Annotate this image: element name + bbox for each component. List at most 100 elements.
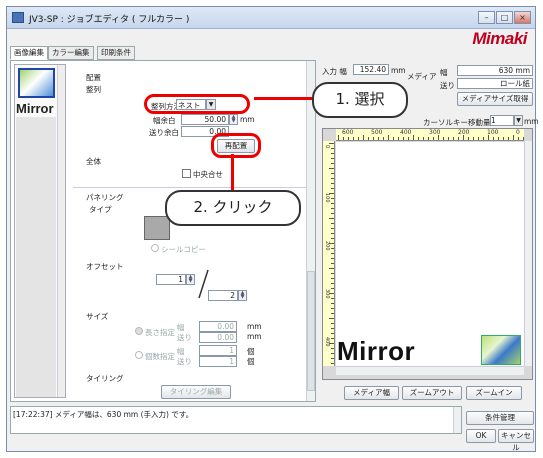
tab-image-edit[interactable]: 画像編集: [10, 46, 48, 60]
whole-heading: 全体: [86, 157, 101, 166]
ruler-tick-mark: [388, 135, 389, 140]
len-feed-unit: mm: [247, 332, 262, 341]
media-feed-field: ロール紙: [457, 78, 533, 89]
vruler-tick-mark: [331, 358, 334, 359]
window-title: JV3-SP : ジョブエディタ ( フルカラー ): [29, 15, 190, 25]
thumbnail-blank: [16, 117, 56, 397]
callout-select: 1. 選択: [312, 82, 408, 118]
ruler-tick-mark: [513, 135, 514, 140]
width-margin-spinner[interactable]: ▲ ▼: [229, 114, 238, 125]
ruler-tick-mark: [383, 137, 384, 140]
ruler-tick-mark: [378, 137, 379, 140]
vruler-tick-mark: [331, 233, 334, 234]
len-feed-field[interactable]: 0.00: [199, 332, 237, 343]
input-width-label: 入力 幅: [322, 67, 347, 76]
cnt-width-field[interactable]: 1: [199, 345, 237, 356]
vruler-tick-mark: [329, 343, 334, 344]
vruler-tick-mark: [331, 228, 334, 229]
tab-print-conditions[interactable]: 印刷条件: [97, 46, 135, 60]
align-label: 整列: [86, 85, 101, 94]
ruler-tick-mark: [478, 137, 479, 140]
vruler-tick-mark: [331, 178, 334, 179]
vruler-tick-mark: [331, 263, 334, 264]
offset-x-spinner[interactable]: ▲ ▼: [186, 274, 195, 285]
width-margin-field[interactable]: 50.00: [181, 114, 229, 125]
length-spec-radio[interactable]: [135, 327, 143, 335]
app-icon: [12, 12, 24, 23]
ruler-tick-mark: [458, 137, 459, 140]
vruler-tick-mark: [329, 168, 334, 169]
cancel-button[interactable]: キャンセル: [498, 429, 534, 452]
ruler-tick-mark: [343, 137, 344, 140]
vruler-tick-mark: [331, 298, 334, 299]
ruler-tick-mark: [373, 137, 374, 140]
center-checkbox[interactable]: [182, 169, 191, 178]
seal-copy-radio[interactable]: [151, 244, 159, 252]
vruler-tick-label: 0: [324, 145, 330, 149]
thumbnail-scrollbar[interactable]: [57, 65, 65, 397]
minimize-button[interactable]: –: [478, 11, 495, 24]
close-button[interactable]: ×: [514, 11, 531, 24]
tiling-edit-button[interactable]: タイリング編集: [161, 385, 231, 399]
condition-manage-button[interactable]: 条件管理: [466, 411, 534, 425]
offset-heading: オフセット: [86, 262, 124, 271]
preview-canvas: 600 500 400 300 200 100 0 0 100 200 300 400 Mirror: [322, 128, 533, 380]
zoom-in-button[interactable]: ズームイン: [466, 386, 522, 400]
vruler-tick-mark: [331, 198, 334, 199]
media-area: [336, 142, 524, 366]
vruler-tick-mark: [331, 328, 334, 329]
click-highlight: [211, 133, 261, 158]
feed-margin-label: 送り余白: [149, 128, 179, 137]
thumbnail-strip: Mirror: [14, 64, 66, 398]
vruler-tick-mark: [331, 253, 334, 254]
chevron-down-icon[interactable]: ▼: [514, 115, 523, 126]
cursor-move-select[interactable]: 1: [490, 115, 514, 126]
count-spec-radio[interactable]: [135, 351, 143, 359]
image-edit-panel: Mirror 配置 整列 整列方法 ネスト ▼ 幅余白 50.00 ▲ ▼ mm …: [10, 60, 316, 402]
vruler-tick-mark: [331, 183, 334, 184]
offset-y-field[interactable]: 2: [208, 290, 238, 301]
ruler-tick-mark: [393, 137, 394, 140]
vruler-tick-mark: [329, 293, 334, 294]
offset-x-field[interactable]: 1: [156, 274, 186, 285]
settings-scroll-thumb[interactable]: [307, 271, 315, 391]
status-message: [17:22:37] メディア幅は、630 mm (手入力) です。: [13, 410, 194, 419]
media-width-field: 630 mm: [457, 65, 533, 76]
seal-copy-label: シールコピー: [161, 245, 206, 254]
ruler-tick-label: 0: [516, 129, 520, 136]
maximize-button[interactable]: □: [496, 11, 513, 24]
len-width-field[interactable]: 0.00: [199, 321, 237, 332]
divider: [73, 187, 309, 188]
vruler-tick-mark: [331, 173, 334, 174]
offset-y-spinner[interactable]: ▲ ▼: [238, 290, 247, 301]
ruler-tick-mark: [473, 137, 474, 140]
vruler-tick-mark: [331, 353, 334, 354]
settings-scrollbar[interactable]: [306, 61, 315, 401]
ruler-tick-mark: [518, 137, 519, 140]
count-spec-label: 個数指定: [145, 352, 175, 361]
ruler-tick-mark: [508, 137, 509, 140]
ruler-tick-mark: [398, 137, 399, 140]
status-scrollbar[interactable]: [453, 407, 461, 433]
panel-type-icon[interactable]: [144, 216, 170, 240]
cnt-feed-label: 送り: [177, 357, 192, 366]
preview-image[interactable]: [481, 335, 521, 365]
len-feed-label: 送り: [177, 333, 192, 342]
input-width-unit: mm: [391, 66, 406, 75]
vruler-tick-mark: [331, 323, 334, 324]
preview-v-scrollbar[interactable]: [524, 141, 532, 366]
ruler-tick-mark: [488, 135, 489, 140]
vruler-tick-mark: [331, 273, 334, 274]
vruler-tick-label: 400: [324, 337, 330, 347]
cnt-feed-field[interactable]: 1: [199, 356, 237, 367]
media-width-button[interactable]: メディア幅: [344, 386, 399, 400]
vruler-tick-mark: [331, 278, 334, 279]
get-media-size-button[interactable]: メディアサイズ取得: [457, 92, 533, 106]
click-connector: [231, 154, 234, 192]
thumbnail-image[interactable]: [18, 68, 55, 98]
tab-color-edit[interactable]: カラー編集: [48, 46, 94, 60]
ok-button[interactable]: OK: [466, 429, 496, 443]
zoom-out-button[interactable]: ズームアウト: [402, 386, 462, 400]
preview-h-scrollbar[interactable]: [336, 366, 524, 375]
select-highlight: [144, 94, 250, 114]
